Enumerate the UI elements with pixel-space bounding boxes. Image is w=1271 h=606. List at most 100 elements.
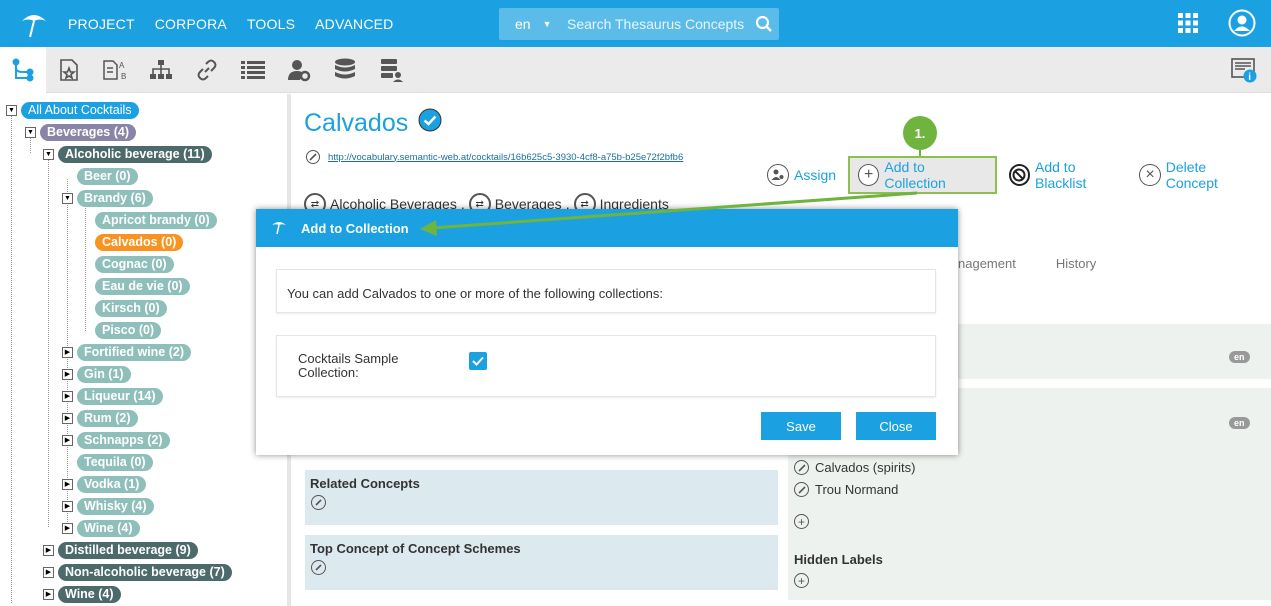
tree-label[interactable]: Gin (1) (77, 365, 131, 383)
info-panel-icon[interactable]: i (1231, 57, 1257, 86)
expand-icon[interactable]: ▶ (62, 390, 73, 402)
list-icon[interactable] (230, 47, 276, 93)
tree-node[interactable]: ▶ Non-alcoholic beverage (7) (43, 563, 232, 581)
collapse-icon[interactable]: ▼ (62, 192, 73, 204)
add-to-collection-button[interactable]: + Add to Collection (848, 156, 997, 194)
tree-label[interactable]: Whisky (4) (77, 497, 154, 515)
tree-node[interactable]: Beer (0) (77, 167, 138, 185)
expand-icon[interactable]: ▶ (62, 368, 73, 380)
tree-node-selected[interactable]: Calvados (0) (95, 233, 184, 251)
link-icon[interactable] (184, 47, 230, 93)
add-to-blacklist-button[interactable]: Add to Blacklist (1008, 159, 1128, 191)
collapse-icon[interactable]: ▼ (6, 104, 17, 116)
expand-icon[interactable]: ▶ (62, 478, 73, 490)
assign-button[interactable]: Assign (767, 164, 836, 186)
apps-grid-icon[interactable] (1178, 13, 1198, 36)
collapse-icon[interactable]: ▼ (43, 148, 54, 160)
tab-history[interactable]: History (1056, 256, 1096, 278)
expand-icon[interactable]: ▶ (43, 566, 54, 578)
expand-icon[interactable]: ▶ (62, 434, 73, 446)
tree-label[interactable]: Wine (4) (77, 519, 140, 537)
expand-icon[interactable]: ▶ (62, 346, 73, 358)
tree-node[interactable]: ▼ Beverages (4) (25, 123, 136, 141)
user-avatar-icon[interactable] (1228, 9, 1256, 40)
tree-label[interactable]: Non-alcoholic beverage (7) (58, 563, 232, 581)
tree-node[interactable]: Cognac (0) (95, 255, 174, 273)
search-icon[interactable] (748, 15, 779, 33)
tree-node[interactable]: ▶ Vodka (1) (62, 475, 147, 493)
expand-icon[interactable]: ▶ (62, 522, 73, 534)
concept-uri-link[interactable]: http://vocabulary.semantic-web.at/cockta… (328, 152, 683, 163)
edit-pencil-icon[interactable] (794, 482, 809, 497)
tree-node[interactable]: ▶ Whisky (4) (62, 497, 154, 515)
tree-label[interactable]: Fortified wine (2) (77, 343, 191, 361)
nav-corpora[interactable]: CORPORA (155, 16, 227, 32)
tree-label[interactable]: Beer (0) (77, 167, 138, 185)
tree-label[interactable]: Wine (4) (58, 585, 121, 603)
tree-label[interactable]: Vodka (1) (77, 475, 147, 493)
add-hidden-label-icon[interactable]: + (794, 573, 809, 588)
tree-label[interactable]: Distilled beverage (9) (58, 541, 198, 559)
hierarchy-tree-icon[interactable] (0, 46, 46, 93)
tree-node[interactable]: ▶ Liqueur (14) (62, 387, 163, 405)
tree-node[interactable]: ▶ Wine (4) (62, 519, 140, 537)
assign-icon (767, 164, 789, 186)
top-concept-link-icon[interactable] (311, 560, 326, 575)
expand-icon[interactable]: ▶ (62, 412, 73, 424)
tree-node[interactable]: ▶ Schnapps (2) (62, 431, 170, 449)
umbrella-logo-icon[interactable] (0, 0, 68, 47)
user-settings-icon[interactable] (276, 47, 322, 93)
tree-node[interactable]: ▼ Brandy (6) (62, 189, 153, 207)
expand-icon[interactable]: ▶ (62, 500, 73, 512)
tree-node[interactable]: ▶ Wine (4) (43, 585, 121, 603)
concept-title: Calvados (304, 108, 442, 139)
tree-label[interactable]: Tequila (0) (77, 453, 153, 471)
close-button[interactable]: Close (856, 412, 936, 440)
tree-node[interactable]: Pisco (0) (95, 321, 162, 339)
tree-label[interactable]: All About Cocktails (21, 101, 139, 119)
tree-label[interactable]: Alcoholic beverage (11) (58, 145, 212, 163)
tree-node[interactable]: ▶ Distilled beverage (9) (43, 541, 198, 559)
tree-label[interactable]: Eau de vie (0) (95, 277, 190, 295)
tree-node[interactable]: Tequila (0) (77, 453, 153, 471)
collection-checkbox[interactable] (469, 352, 487, 370)
nav-tools[interactable]: TOOLS (247, 16, 295, 32)
tree-label[interactable]: Cognac (0) (95, 255, 174, 273)
nav-advanced[interactable]: ADVANCED (315, 16, 393, 32)
expand-icon[interactable]: ▶ (43, 588, 54, 600)
tree-node[interactable]: ▼ Alcoholic beverage (11) (43, 145, 212, 163)
tree-node[interactable]: ▼ All About Cocktails (6, 101, 139, 119)
add-alt-label-icon[interactable]: + (794, 514, 809, 529)
edit-pencil-icon[interactable] (794, 460, 809, 475)
nav-project[interactable]: PROJECT (68, 16, 135, 32)
delete-concept-button[interactable]: × Delete Concept (1139, 159, 1259, 191)
language-select[interactable]: en ▼ (499, 16, 552, 32)
save-button[interactable]: Save (761, 412, 841, 440)
server-user-icon[interactable] (368, 47, 414, 93)
database-icon[interactable] (322, 47, 368, 93)
collapse-icon[interactable]: ▼ (25, 126, 36, 138)
related-link-icon[interactable] (311, 495, 326, 510)
tree-node[interactable]: ▶ Fortified wine (2) (62, 343, 191, 361)
tree-node[interactable]: Apricot brandy (0) (95, 211, 217, 229)
tree-node[interactable]: Eau de vie (0) (95, 277, 190, 295)
tree-node[interactable]: Kirsch (0) (95, 299, 167, 317)
tree-node[interactable]: ▶ Rum (2) (62, 409, 138, 427)
tree-label[interactable]: Apricot brandy (0) (95, 211, 217, 229)
edit-pencil-icon[interactable] (306, 150, 320, 164)
tree-label[interactable]: Calvados (0) (95, 233, 184, 251)
tree-label[interactable]: Schnapps (2) (77, 431, 170, 449)
tree-label[interactable]: Kirsch (0) (95, 299, 167, 317)
translation-document-icon[interactable]: AB (92, 47, 138, 93)
tab-management[interactable]: nagement (958, 256, 1016, 278)
tree-label[interactable]: Rum (2) (77, 409, 138, 427)
tree-node[interactable]: ▶ Gin (1) (62, 365, 131, 383)
tree-label[interactable]: Brandy (6) (77, 189, 153, 207)
tree-label[interactable]: Pisco (0) (95, 321, 162, 339)
tree-label[interactable]: Beverages (4) (40, 123, 136, 141)
favorite-document-icon[interactable] (46, 47, 92, 93)
expand-icon[interactable]: ▶ (43, 544, 54, 556)
org-chart-icon[interactable] (138, 47, 184, 93)
tree-label[interactable]: Liqueur (14) (77, 387, 163, 405)
search-input[interactable] (551, 16, 748, 32)
